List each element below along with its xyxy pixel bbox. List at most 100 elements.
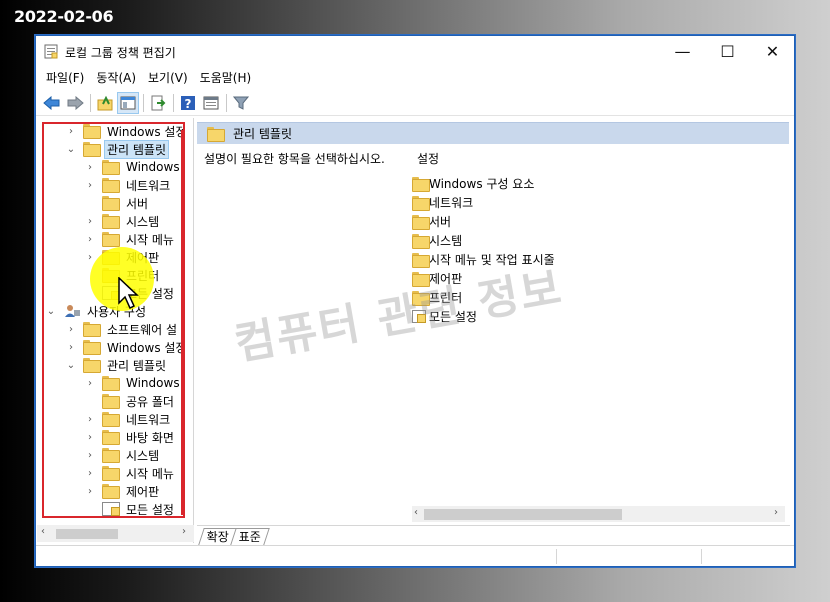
details-horizontal-scrollbar[interactable]: ‹ ›	[412, 506, 785, 522]
status-bar	[36, 545, 794, 566]
scroll-right-icon[interactable]: ›	[182, 526, 186, 537]
tree-item[interactable]: › 시작 메뉴	[84, 464, 176, 482]
tree-horizontal-scrollbar[interactable]: ‹ ›	[37, 525, 194, 542]
maximize-button[interactable]: ☐	[705, 36, 750, 66]
tree-item[interactable]: 모든 설정	[84, 500, 176, 518]
minimize-icon: —	[674, 41, 691, 61]
filter-icon	[233, 96, 249, 110]
expand-arrow-icon[interactable]: ›	[84, 252, 96, 263]
scrollbar-thumb[interactable]	[56, 529, 118, 539]
expand-arrow-icon[interactable]: ›	[65, 126, 77, 137]
list-item[interactable]: Windows 구성 요소	[412, 174, 555, 193]
tree-item[interactable]: 공유 폴더	[84, 392, 176, 410]
list-item[interactable]: 시스템	[412, 231, 555, 250]
tree-item[interactable]: › 시스템	[84, 212, 161, 230]
collapse-arrow-icon[interactable]: ⌄	[65, 360, 77, 371]
tree-item[interactable]: ⌄ 사용자 구성	[45, 302, 148, 320]
folder-icon	[102, 268, 120, 283]
folder-icon	[83, 322, 101, 337]
tree-item-label: 모든 설정	[126, 502, 174, 517]
list-item[interactable]: 모든 설정	[412, 307, 555, 326]
tree-item-label: 제어판	[126, 250, 160, 265]
menu-help[interactable]: 도움말(H)	[194, 67, 258, 89]
properties-button[interactable]	[200, 92, 222, 114]
tree-item[interactable]: ⌄ 관리 템플릿	[65, 356, 168, 374]
tree-item[interactable]: 서버	[84, 194, 150, 212]
tree-item[interactable]: › 시작 메뉴	[84, 230, 176, 248]
collapse-arrow-icon[interactable]: ⌄	[45, 306, 57, 317]
tree-item[interactable]: › Windows 설정	[65, 122, 188, 140]
list-item[interactable]: 제어판	[412, 269, 555, 288]
menu-file[interactable]: 파일(F)	[40, 67, 90, 89]
up-folder-button[interactable]	[94, 92, 116, 114]
policy-editor-icon	[44, 44, 58, 59]
expand-arrow-icon[interactable]: ›	[84, 468, 96, 479]
forward-button[interactable]	[64, 92, 86, 114]
back-button[interactable]	[41, 92, 63, 114]
folder-icon	[207, 127, 225, 142]
tree-item[interactable]: › 네트워크	[84, 176, 172, 194]
toolbar-separator	[173, 93, 174, 112]
expand-arrow-icon[interactable]: ›	[65, 342, 77, 353]
tree-item-label: 공유 폴더	[126, 394, 174, 409]
tree-item[interactable]: › Windows 설정	[65, 338, 188, 356]
tree-item[interactable]: › 소프트웨어 설	[65, 320, 179, 338]
tree-item[interactable]: › 시스템	[84, 446, 161, 464]
collapse-arrow-icon[interactable]: ⌄	[65, 144, 77, 155]
tree-item-label: 시작 메뉴	[126, 466, 174, 481]
scroll-left-icon[interactable]: ‹	[41, 526, 45, 537]
show-tree-button[interactable]	[117, 91, 139, 114]
folder-icon	[83, 142, 101, 157]
folder-icon	[412, 215, 430, 230]
list-item-label: 제어판	[429, 272, 463, 286]
title-bar[interactable]: 로컬 그룹 정책 편집기 — ☐ ✕	[36, 36, 794, 66]
scroll-left-icon[interactable]: ‹	[414, 507, 418, 518]
list-item-label: 시작 메뉴 및 작업 표시줄	[429, 253, 555, 267]
tree-item-label: 소프트웨어 설	[107, 322, 178, 337]
tree-item[interactable]: › 제어판	[84, 248, 161, 266]
folder-icon	[102, 484, 120, 499]
help-button[interactable]: ?	[177, 92, 199, 114]
menu-view[interactable]: 보기(V)	[142, 67, 194, 89]
filter-button[interactable]	[230, 92, 252, 114]
close-button[interactable]: ✕	[750, 36, 795, 66]
tree-item[interactable]: › Windows	[84, 374, 182, 392]
user-config-icon	[65, 305, 80, 317]
details-pane: 관리 템플릿 설명이 필요한 항목을 선택하십시오. 설정 Windows 구성…	[197, 118, 790, 543]
expand-arrow-icon[interactable]: ›	[84, 162, 96, 173]
toolbar-separator	[226, 93, 227, 112]
expand-arrow-icon[interactable]: ›	[84, 486, 96, 497]
tree-pane[interactable]: › Windows 설정 ⌄ 관리 템플릿 › Windows › 네트워크 서버 › 시…	[37, 118, 194, 543]
tree-item[interactable]: 프린터	[84, 266, 161, 284]
tree-item-label: 시스템	[126, 448, 160, 463]
list-item[interactable]: 시작 메뉴 및 작업 표시줄	[412, 250, 555, 269]
expand-arrow-icon[interactable]: ›	[84, 234, 96, 245]
menu-action[interactable]: 동작(A)	[90, 67, 142, 89]
expand-arrow-icon[interactable]: ›	[65, 324, 77, 335]
tree-item[interactable]: › Windows	[84, 158, 182, 176]
expand-arrow-icon[interactable]: ›	[84, 414, 96, 425]
export-list-icon	[151, 95, 166, 110]
list-item[interactable]: 서버	[412, 212, 555, 231]
export-list-button[interactable]	[147, 92, 169, 114]
minimize-button[interactable]: —	[660, 36, 705, 66]
expand-arrow-icon[interactable]: ›	[84, 450, 96, 461]
settings-column-header[interactable]: 설정	[412, 148, 752, 170]
folder-icon	[412, 196, 430, 211]
tree-item[interactable]: 모든 설정	[84, 284, 176, 302]
expand-arrow-icon[interactable]: ›	[84, 216, 96, 227]
scroll-right-icon[interactable]: ›	[774, 507, 778, 518]
tree-item[interactable]: › 제어판	[84, 482, 161, 500]
list-item-label: 네트워크	[429, 196, 474, 210]
folder-icon	[83, 340, 101, 355]
expand-arrow-icon[interactable]: ›	[84, 378, 96, 389]
list-item[interactable]: 프린터	[412, 288, 555, 307]
expand-arrow-icon[interactable]: ›	[84, 180, 96, 191]
list-item[interactable]: 네트워크	[412, 193, 555, 212]
expand-arrow-icon[interactable]: ›	[84, 432, 96, 443]
tree-item[interactable]: › 네트워크	[84, 410, 172, 428]
tree-item[interactable]: › 바탕 화면	[84, 428, 176, 446]
scrollbar-thumb[interactable]	[424, 509, 622, 520]
tab-standard[interactable]: 표준	[230, 528, 270, 545]
tree-item-selected[interactable]: ⌄ 관리 템플릿	[65, 139, 170, 159]
